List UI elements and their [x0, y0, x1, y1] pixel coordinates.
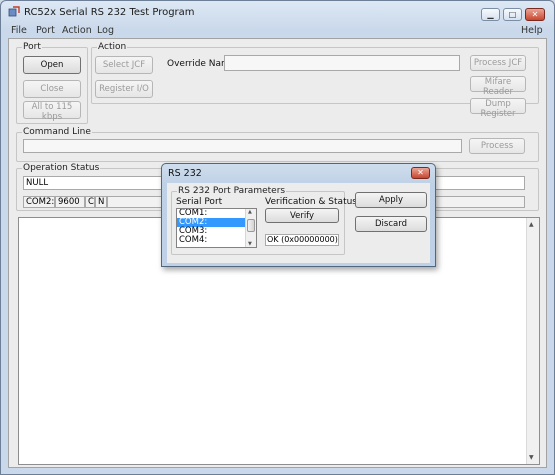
scroll-down-arrow-icon[interactable]: ▼ — [529, 454, 534, 461]
mifare-reader-button[interactable]: Mifare Reader — [470, 76, 526, 97]
all-115-kbps-button[interactable]: All to 115 kbps — [23, 101, 81, 122]
process-button[interactable]: Process — [469, 138, 525, 154]
menu-port[interactable]: Port — [36, 25, 55, 36]
status-flag-c-cell: C — [85, 196, 95, 208]
status-baud-cell: 9600 — [55, 196, 85, 208]
operation-status-title: Operation Status — [22, 163, 101, 174]
override-name-input[interactable] — [224, 55, 460, 71]
menu-bar: File Port Action Log Help — [1, 23, 554, 38]
dialog-title: RS 232 — [168, 168, 202, 179]
close-window-button[interactable]: ✕ — [525, 8, 545, 21]
status-port-cell: COM2: — [23, 196, 55, 208]
main-window: RC52x Serial RS 232 Test Program ▁ □ ✕ F… — [0, 0, 555, 475]
discard-button[interactable]: Discard — [355, 216, 427, 232]
port-list-scrollbar[interactable]: ▲ ▼ — [245, 209, 256, 247]
status-flag-n-cell: N — [95, 196, 107, 208]
port-parameters-title: RS 232 Port Parameters — [177, 186, 287, 197]
serial-port-label: Serial Port — [176, 197, 223, 207]
window-title: RC52x Serial RS 232 Test Program — [24, 7, 195, 18]
output-vertical-scrollbar[interactable]: ▲ ▼ — [526, 218, 539, 464]
apply-button[interactable]: Apply — [355, 192, 427, 208]
menu-help[interactable]: Help — [521, 25, 543, 36]
minimize-button[interactable]: ▁ — [481, 8, 500, 21]
list-scroll-up-icon[interactable]: ▲ — [248, 209, 252, 215]
close-port-button[interactable]: Close — [23, 80, 81, 98]
dialog-close-button[interactable]: ✕ — [411, 167, 430, 179]
verify-button[interactable]: Verify — [265, 208, 339, 223]
port-list-scroll-thumb[interactable] — [247, 219, 255, 232]
dialog-body: RS 232 Port Parameters Serial Port COM1:… — [167, 183, 430, 263]
menu-log[interactable]: Log — [97, 25, 114, 36]
maximize-button[interactable]: □ — [503, 8, 522, 21]
serial-port-listbox[interactable]: COM1: COM2: COM3: COM4: ▲ ▼ — [176, 208, 257, 248]
open-port-button[interactable]: Open — [23, 56, 81, 74]
rc52x-app-icon — [8, 6, 20, 17]
port-group-title: Port — [22, 42, 42, 53]
title-bar[interactable]: RC52x Serial RS 232 Test Program ▁ □ ✕ — [1, 1, 554, 23]
menu-action[interactable]: Action — [62, 25, 92, 36]
process-jcf-button[interactable]: Process JCF — [470, 55, 526, 71]
menu-file[interactable]: File — [11, 25, 27, 36]
verification-status-label: Verification & Status — [265, 197, 357, 207]
select-jcf-button[interactable]: Select JCF — [95, 56, 153, 74]
rs232-dialog: RS 232 ✕ RS 232 Port Parameters Serial P… — [161, 163, 436, 267]
dump-register-button[interactable]: Dump Register — [470, 98, 526, 119]
command-line-title: Command Line — [22, 127, 92, 138]
command-line-input[interactable] — [23, 139, 462, 153]
list-scroll-down-icon[interactable]: ▼ — [248, 241, 252, 247]
action-group-title: Action — [97, 42, 128, 53]
register-io-button[interactable]: Register I/O — [95, 80, 153, 98]
verification-status-value: OK (0x00000000) — [265, 234, 339, 246]
scroll-up-arrow-icon[interactable]: ▲ — [529, 221, 534, 228]
